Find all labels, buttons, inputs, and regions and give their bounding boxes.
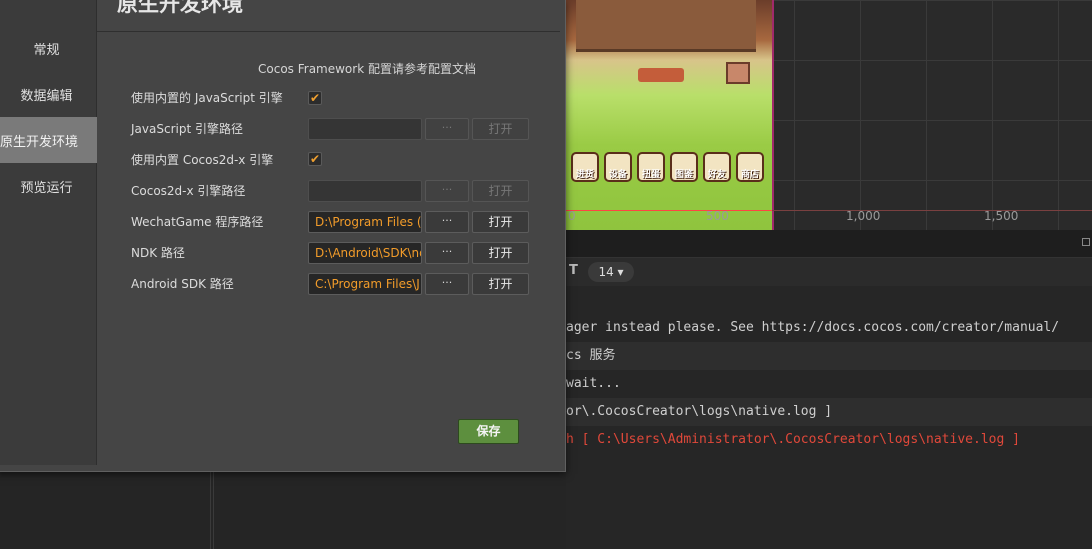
cocos2dx-path-label: Cocos2d-x 引擎路径 (131, 184, 246, 198)
game-button-collection: 图鉴 (670, 152, 698, 182)
ndk-path-input[interactable]: D:\Android\SDK\nd (308, 242, 422, 264)
canvas-boundary (772, 0, 774, 230)
ruler-label-1500: 1,500 (984, 209, 1019, 223)
js-engine-path-input[interactable] (308, 118, 422, 140)
preferences-content: 原生开发环境 Cocos Framework 配置请参考配置文档 使用内置的 J… (97, 0, 560, 465)
save-button[interactable]: 保存 (458, 419, 519, 444)
crate-image (726, 62, 750, 84)
panel-divider[interactable] (213, 472, 214, 549)
game-button-friends: 好友 (703, 152, 731, 182)
title-divider (97, 31, 560, 32)
popout-icon[interactable] (1082, 238, 1090, 246)
ruler-label-1000: 1,000 (846, 209, 881, 223)
android-sdk-open-button[interactable]: 打开 (472, 273, 529, 295)
framework-hint: Cocos Framework 配置请参考配置文档 (258, 62, 476, 76)
cocos2dx-path-input[interactable] (308, 180, 422, 202)
game-preview: 进货 设备 扭蛋 图鉴 好友 商店 (566, 0, 772, 230)
android-sdk-browse-button[interactable]: ··· (425, 273, 469, 295)
use-builtin-js-label: 使用内置的 JavaScript 引擎 (131, 91, 283, 105)
preferences-sidebar: 常规 数据编辑 原生开发环境 预览运行 (0, 0, 97, 465)
scene-view[interactable]: 进货 设备 扭蛋 图鉴 好友 商店 0 500 1,000 1,500 (566, 0, 1092, 230)
console-toolbar: T 14 ▾ (566, 258, 1092, 286)
android-sdk-path-label: Android SDK 路径 (131, 277, 234, 291)
page-title: 原生开发环境 (117, 0, 243, 16)
log-line: or\.CocosCreator\logs\native.log ] (566, 398, 1092, 426)
console-header (566, 230, 1092, 258)
ndk-path-label: NDK 路径 (131, 246, 185, 260)
ndk-open-button[interactable]: 打开 (472, 242, 529, 264)
ruler-line (772, 210, 1092, 211)
ruler-label-500: 500 (706, 209, 729, 223)
js-engine-open-button[interactable]: 打开 (472, 118, 529, 140)
wechatgame-browse-button[interactable]: ··· (425, 211, 469, 233)
log-line: cs 服务 (566, 342, 1092, 370)
game-button-equipment: 设备 (604, 152, 632, 182)
js-engine-path-label: JavaScript 引擎路径 (131, 122, 243, 136)
cocos2dx-open-button[interactable]: 打开 (472, 180, 529, 202)
use-builtin-cocos2dx-label: 使用内置 Cocos2d-x 引擎 (131, 153, 274, 167)
checkmark-icon: ✔ (309, 152, 321, 166)
log-line-error: h [ C:\Users\Administrator\.CocosCreator… (566, 432, 1020, 447)
game-button-restock: 进货 (571, 152, 599, 182)
lower-left-panel (0, 472, 566, 549)
checkmark-icon: ✔ (309, 91, 321, 105)
use-builtin-cocos2dx-checkbox[interactable]: ✔ (308, 152, 322, 166)
game-button-shop: 商店 (736, 152, 764, 182)
log-line: wait... (566, 376, 621, 391)
wechatgame-path-input[interactable]: D:\Program Files (x (308, 211, 422, 233)
preferences-dialog: 常规 数据编辑 原生开发环境 预览运行 原生开发环境 Cocos Framewo… (0, 0, 566, 472)
wechatgame-path-label: WechatGame 程序路径 (131, 215, 264, 229)
nav-item-preview-run[interactable]: 预览运行 (0, 163, 97, 209)
ruler-label-0: 0 (568, 209, 576, 223)
cocos2dx-browse-button[interactable]: ··· (425, 180, 469, 202)
android-sdk-path-input[interactable]: C:\Program Files\J (308, 273, 422, 295)
js-engine-browse-button[interactable]: ··· (425, 118, 469, 140)
font-size-select[interactable]: 14 ▾ (588, 262, 634, 282)
wechatgame-open-button[interactable]: 打开 (472, 211, 529, 233)
console-log: ager instead please. See https://docs.co… (566, 286, 1092, 549)
nav-item-native-env[interactable]: 原生开发环境 (0, 117, 97, 163)
ndk-browse-button[interactable]: ··· (425, 242, 469, 264)
font-size-icon: T (569, 263, 578, 278)
nav-item-general[interactable]: 常规 (0, 25, 97, 71)
log-line: ager instead please. See https://docs.co… (566, 320, 1060, 335)
shop-building-image (576, 0, 756, 52)
ruler-baseline (566, 210, 772, 211)
use-builtin-js-checkbox[interactable]: ✔ (308, 91, 322, 105)
bench-image (638, 68, 684, 82)
panel-divider[interactable] (210, 472, 211, 549)
game-button-gacha: 扭蛋 (637, 152, 665, 182)
nav-item-data-editor[interactable]: 数据编辑 (0, 71, 97, 117)
